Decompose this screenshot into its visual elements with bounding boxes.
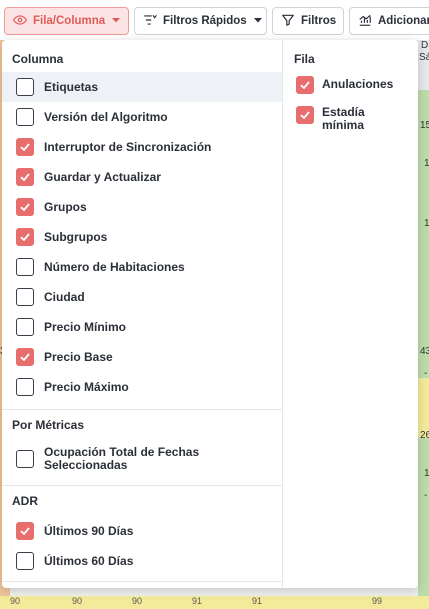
checkbox[interactable] — [16, 552, 34, 570]
bg-cell: 26 — [420, 430, 429, 441]
option-label: Interruptor de Sincronización — [44, 139, 212, 154]
bg-bottom-cell: 90 — [72, 596, 83, 606]
checkbox[interactable] — [16, 288, 34, 306]
bg-cell: - — [424, 490, 428, 501]
option-label: Estadía mínima — [322, 105, 365, 132]
checkbox[interactable] — [16, 318, 34, 336]
option-label: Guardar y Actualizar — [44, 169, 161, 184]
quick-filters-label: Filtros Rápidos — [163, 15, 247, 27]
add-label: Adicionar — [378, 15, 429, 27]
divider — [2, 485, 283, 486]
checkbox[interactable] — [16, 78, 34, 96]
option-subgrupos[interactable]: Subgrupos — [2, 222, 282, 252]
bg-bottom-cell: 99 — [372, 596, 383, 606]
checkbox[interactable] — [16, 258, 34, 276]
option-label: Últimos 90 Días — [44, 523, 134, 538]
checkbox-checked[interactable] — [16, 138, 34, 156]
checkbox-checked[interactable] — [16, 522, 34, 540]
checkbox[interactable] — [16, 108, 34, 126]
option-precio-minimo[interactable]: Precio Mínimo — [2, 312, 282, 342]
option-anulaciones[interactable]: Anulaciones — [296, 76, 393, 94]
section-title-metricas: Por Métricas — [12, 418, 85, 432]
option-label: Ocupación Total de Fechas Seleccionadas — [44, 445, 200, 472]
checkbox[interactable] — [16, 378, 34, 396]
check-icon — [300, 111, 310, 120]
toolbar: Fila/Columna Filtros Rápidos Filtros Adi… — [0, 0, 429, 40]
chart-icon — [358, 13, 372, 30]
row-column-button-label: Fila/Columna — [33, 15, 106, 27]
check-icon — [20, 353, 30, 362]
option-guardar-actualizar[interactable]: Guardar y Actualizar — [2, 162, 282, 192]
check-icon — [20, 143, 30, 152]
checkbox-checked[interactable] — [16, 168, 34, 186]
checkbox-checked[interactable] — [16, 228, 34, 246]
add-chart-button[interactable]: Adicionar — [349, 7, 429, 35]
option-ultimos-90-dias[interactable]: Últimos 90 Días — [2, 516, 282, 546]
column-options: Columna Etiquetas Versión del Algoritmo … — [2, 40, 283, 588]
row-options: Fila Anulaciones Estadía mínima — [284, 40, 418, 588]
bg-bottom-row: 90 90 90 91 91 99 — [0, 596, 429, 609]
option-ocupacion-total[interactable]: Ocupación Total de Fechas Seleccionadas — [2, 440, 282, 478]
option-label: Versión del Algoritmo — [44, 109, 168, 124]
funnel-icon — [281, 13, 295, 30]
option-label: Número de Habitaciones — [44, 259, 185, 274]
divider — [2, 581, 283, 582]
bg-cell: 15 — [420, 120, 429, 131]
option-precio-base[interactable]: Precio Base — [2, 342, 282, 372]
divider — [2, 409, 283, 410]
checkbox-checked[interactable] — [16, 198, 34, 216]
option-version-algoritmo[interactable]: Versión del Algoritmo — [2, 102, 282, 132]
option-estadia-minima[interactable]: Estadía mínima — [296, 106, 392, 132]
option-label: Subgrupos — [44, 229, 108, 244]
bg-bottom-cell: 90 — [132, 596, 143, 606]
check-icon — [20, 233, 30, 242]
option-label: Etiquetas — [44, 79, 99, 94]
bg-cell: 1 — [424, 158, 429, 169]
option-precio-maximo[interactable]: Precio Máximo — [2, 372, 282, 402]
checkbox-checked[interactable] — [296, 76, 314, 94]
bg-cell: - — [424, 368, 428, 379]
option-label: Anulaciones — [322, 77, 394, 91]
bg-bottom-cell: 91 — [252, 596, 263, 606]
row-column-dropdown-panel: Columna Etiquetas Versión del Algoritmo … — [2, 40, 418, 588]
option-ultimos-60-dias[interactable]: Últimos 60 Días — [2, 546, 282, 576]
filters-label: Filtros — [301, 15, 337, 27]
option-label: Precio Base — [44, 349, 113, 364]
section-title-adr: ADR — [12, 494, 38, 508]
option-label: Últimos 60 Días — [44, 553, 134, 568]
filters-button[interactable]: Filtros — [272, 7, 344, 35]
bg-cell: 1 — [424, 218, 429, 229]
bg-cell-yellow — [418, 378, 429, 438]
check-icon — [300, 81, 310, 90]
check-icon — [20, 527, 30, 536]
section-title-columna: Columna — [12, 52, 64, 66]
option-label: Precio Máximo — [44, 379, 129, 394]
option-label: Grupos — [44, 199, 87, 214]
option-label: Ciudad — [44, 289, 85, 304]
quick-filters-button[interactable]: Filtros Rápidos — [134, 7, 267, 35]
option-ciudad[interactable]: Ciudad — [2, 282, 282, 312]
option-label: Precio Mínimo — [44, 319, 127, 334]
check-icon — [20, 173, 30, 182]
bg-header-text-2: Sál — [419, 52, 429, 63]
option-etiquetas[interactable]: Etiquetas — [2, 72, 282, 102]
option-grupos[interactable]: Grupos — [2, 192, 282, 222]
filter-lines-icon — [143, 13, 157, 30]
caret-down-icon — [253, 15, 263, 28]
checkbox[interactable] — [16, 450, 34, 468]
bg-bottom-cell: 91 — [192, 596, 203, 606]
eye-icon — [12, 13, 28, 30]
row-column-button[interactable]: Fila/Columna — [4, 7, 129, 35]
option-numero-habitaciones[interactable]: Número de Habitaciones — [2, 252, 282, 282]
caret-down-icon — [111, 15, 121, 28]
option-interruptor-sincronizacion[interactable]: Interruptor de Sincronización — [2, 132, 282, 162]
bg-cell: 1 — [424, 468, 429, 479]
section-title-fila: Fila — [294, 52, 315, 66]
bg-cell: 43 — [420, 346, 429, 357]
checkbox-checked[interactable] — [16, 348, 34, 366]
check-icon — [20, 203, 30, 212]
bg-bottom-cell: 90 — [10, 596, 21, 606]
bg-header-text: D — [421, 40, 429, 51]
checkbox-checked[interactable] — [296, 106, 314, 124]
